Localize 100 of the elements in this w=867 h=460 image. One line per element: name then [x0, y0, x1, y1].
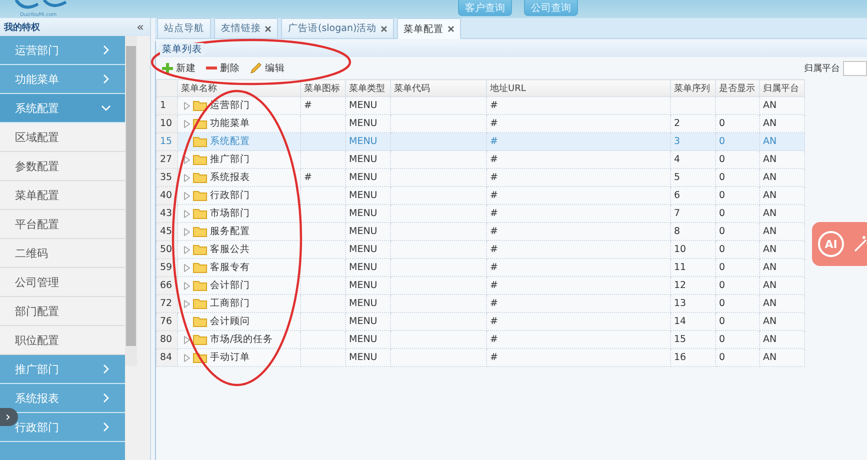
table-cell: MENU	[346, 186, 390, 204]
table-cell: AN	[760, 186, 804, 204]
table-cell	[300, 186, 346, 204]
table-cell	[300, 132, 346, 150]
expand-arrow-icon[interactable]	[184, 210, 190, 218]
table-cell: 0	[716, 348, 760, 366]
collapse-button[interactable]: «	[136, 20, 144, 34]
table-cell: #	[486, 294, 670, 312]
table-cell: AN	[760, 276, 804, 294]
table-cell	[300, 312, 346, 330]
expand-arrow-icon[interactable]	[184, 228, 190, 236]
table-cell	[300, 348, 346, 366]
filter-label: 归属平台	[804, 62, 840, 74]
table-cell: #	[486, 168, 670, 186]
expand-arrow-icon[interactable]	[184, 102, 190, 110]
table-cell: MENU	[346, 150, 390, 168]
table-cell: 0	[716, 312, 760, 330]
tree-cell[interactable]: 行政部门	[178, 186, 300, 204]
tab[interactable]: 友情链接	[214, 18, 278, 38]
tree-cell[interactable]: 市场/我的任务	[178, 330, 300, 348]
table-cell: 0	[716, 168, 760, 186]
tree-cell[interactable]: 会计顾问	[178, 312, 300, 330]
expand-arrow-icon[interactable]	[184, 282, 190, 290]
table-cell: MENU	[346, 330, 390, 348]
platform-field[interactable]	[843, 60, 867, 76]
row-number: 27	[156, 150, 178, 168]
table-cell: AN	[760, 96, 804, 114]
table-cell: 3	[670, 132, 716, 150]
table-cell: #	[486, 150, 670, 168]
expand-arrow-icon[interactable]	[184, 264, 190, 272]
toolbar-button[interactable]: 新建	[162, 62, 196, 74]
table-cell: AN	[760, 168, 804, 186]
table-cell	[300, 150, 346, 168]
table-cell: 16	[670, 348, 716, 366]
table-cell: 0	[716, 240, 760, 258]
close-icon[interactable]	[265, 26, 271, 32]
table-cell: AN	[760, 258, 804, 276]
column-header[interactable]: 地址URL	[486, 80, 670, 96]
table-cell: MENU	[346, 258, 390, 276]
minus-icon	[206, 66, 217, 70]
folder-icon	[193, 154, 207, 165]
tree-cell[interactable]: 推广部门	[178, 150, 300, 168]
tree-cell[interactable]: 工商部门	[178, 294, 300, 312]
column-header[interactable]: 菜单图标	[300, 80, 346, 96]
folder-icon	[193, 334, 207, 345]
expand-arrow-icon[interactable]	[184, 192, 190, 200]
table-cell: 0	[716, 132, 760, 150]
folder-icon	[193, 190, 207, 201]
table-cell	[300, 258, 346, 276]
close-icon[interactable]	[380, 26, 387, 32]
tree-cell[interactable]: 会计部门	[178, 276, 300, 294]
table-cell: AN	[760, 348, 804, 366]
folder-icon	[193, 172, 207, 183]
tree-cell[interactable]: 手动订单	[178, 348, 300, 366]
expand-arrow-icon[interactable]	[184, 354, 190, 362]
table-cell: 0	[716, 204, 760, 222]
table-cell: 5	[670, 168, 716, 186]
table-cell: #	[300, 96, 346, 114]
scrollbar[interactable]	[125, 36, 137, 366]
expand-arrow-icon[interactable]	[184, 120, 190, 128]
table-cell: AN	[760, 222, 804, 240]
table-cell: #	[486, 132, 670, 150]
column-header[interactable]: 菜单代码	[390, 80, 486, 96]
table-cell	[300, 276, 346, 294]
table-cell	[716, 96, 760, 114]
folder-icon	[193, 262, 207, 273]
expand-arrow-icon[interactable]	[184, 156, 190, 164]
toolbar-button[interactable]: 删除	[206, 62, 240, 74]
table-cell: 0	[716, 276, 760, 294]
table-cell: 11	[670, 258, 716, 276]
row-number: 84	[156, 348, 178, 366]
table-cell: AN	[760, 294, 804, 312]
table-cell: 7	[670, 204, 716, 222]
row-number: 72	[156, 294, 178, 312]
column-header[interactable]: 菜单序列	[670, 80, 716, 96]
table-cell: MENU	[346, 312, 390, 330]
folder-icon	[193, 298, 207, 309]
chevron-down-icon	[101, 103, 111, 113]
table-cell: #	[486, 258, 670, 276]
table-cell: #	[486, 276, 670, 294]
close-icon[interactable]	[448, 26, 454, 32]
table-cell: 0	[716, 330, 760, 348]
table-cell	[300, 204, 346, 222]
column-header[interactable]: 菜单类型	[346, 80, 390, 96]
row-number: 10	[156, 114, 178, 132]
tab[interactable]: 菜单配置	[396, 18, 461, 39]
tree-cell[interactable]: 系统报表	[178, 168, 300, 186]
toolbar-button[interactable]: 编辑	[250, 62, 285, 74]
expand-arrow-icon[interactable]	[184, 174, 190, 182]
expand-arrow-icon[interactable]	[184, 336, 190, 344]
tab[interactable]: 站点导航	[157, 18, 211, 38]
magic-wand-icon	[852, 234, 867, 254]
tree-cell[interactable]: 市场部门	[178, 204, 300, 222]
table-cell: 0	[716, 294, 760, 312]
tab[interactable]: 广告语(slogan)活动	[281, 18, 394, 38]
panel-title: 菜单列表	[160, 42, 204, 56]
column-header[interactable]: 是否显示	[716, 80, 760, 96]
expand-arrow-icon[interactable]	[184, 300, 190, 308]
expand-arrow-icon[interactable]	[184, 246, 190, 254]
column-header[interactable]: 归属平台	[760, 80, 804, 96]
